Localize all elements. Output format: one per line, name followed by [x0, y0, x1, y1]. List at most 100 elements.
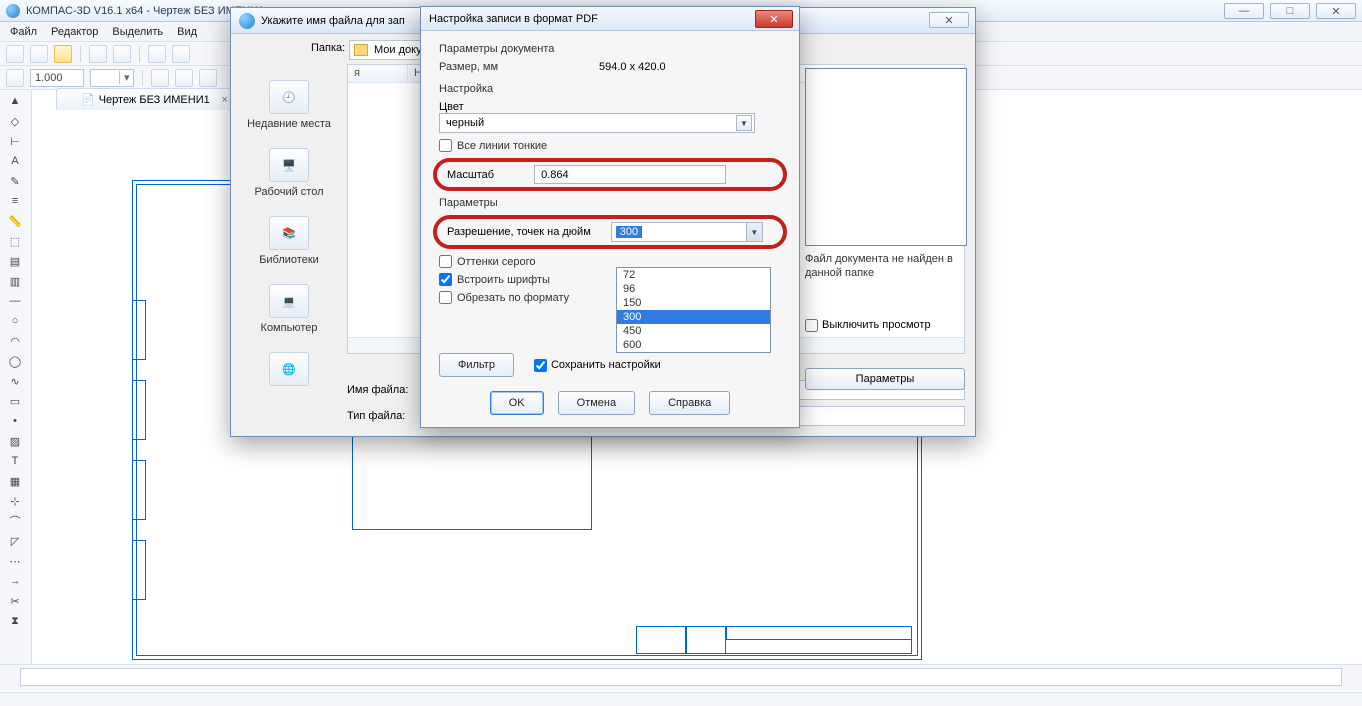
pdf-dialog-titlebar: Настройка записи в формат PDF ✕	[421, 7, 799, 31]
section-params: Параметры	[439, 197, 781, 209]
preview-params-button[interactable]: Параметры	[805, 368, 965, 390]
app-icon	[6, 4, 20, 18]
minimize-button[interactable]: —	[1224, 3, 1264, 19]
zoom-in-icon[interactable]	[151, 69, 169, 87]
close-button[interactable]: ✕	[1316, 3, 1356, 19]
place-recent[interactable]: 🕘 Недавние места	[247, 80, 331, 130]
new-icon[interactable]	[6, 45, 24, 63]
tool-edit-icon[interactable]: ✎	[2, 172, 28, 190]
place-libraries-label: Библиотеки	[259, 254, 319, 266]
color-value: черный	[446, 117, 484, 129]
document-tab[interactable]: 📄 Чертеж БЕЗ ИМЕНИ1 ×	[56, 88, 235, 110]
open-icon[interactable]	[30, 45, 48, 63]
tool-spline-icon[interactable]: ∿	[2, 372, 28, 390]
resolution-option[interactable]: 72	[617, 268, 770, 282]
tool-arc-icon[interactable]: ◠	[2, 332, 28, 350]
tool-circle-icon[interactable]: ○	[2, 312, 28, 330]
place-desktop[interactable]: 🖥️ Рабочий стол	[254, 148, 323, 198]
cursor-icon[interactable]	[6, 69, 24, 87]
zoom-out-icon[interactable]	[175, 69, 193, 87]
menu-select[interactable]: Выделить	[112, 26, 163, 38]
tool-param-icon[interactable]: ≡	[2, 192, 28, 210]
crop-format-checkbox[interactable]	[439, 291, 452, 304]
zoom-dropdown[interactable]: ▾	[90, 69, 134, 87]
tool-mirror-icon[interactable]: ⧗	[2, 612, 28, 630]
fit-icon[interactable]	[199, 69, 217, 87]
tab-close-button[interactable]: ×	[221, 94, 227, 106]
print-icon[interactable]	[89, 45, 107, 63]
resolution-dropdown[interactable]: 72 96 150 300 450 600	[616, 267, 771, 353]
pdf-dialog-close-button[interactable]: ✕	[755, 10, 793, 28]
tool-table-icon[interactable]: ▦	[2, 472, 28, 490]
embed-fonts-checkbox[interactable]	[439, 273, 452, 286]
save-icon[interactable]	[54, 45, 72, 63]
preview-toggle[interactable]: Выключить просмотр	[805, 319, 967, 332]
tool-text-icon[interactable]: T	[2, 452, 28, 470]
file-col-name[interactable]: я	[348, 65, 408, 82]
preview-toggle-label: Выключить просмотр	[822, 319, 931, 331]
pdf-settings-dialog: Настройка записи в формат PDF ✕ Параметр…	[420, 6, 800, 428]
maximize-button[interactable]: □	[1270, 3, 1310, 19]
libraries-icon: 📚	[269, 216, 309, 250]
tool-break-icon[interactable]: ⋯	[2, 552, 28, 570]
document-tab-label: Чертеж БЕЗ ИМЕНИ1	[99, 94, 210, 106]
tool-point-icon[interactable]: •	[2, 412, 28, 430]
resolution-option[interactable]: 96	[617, 282, 770, 296]
pdf-dialog-title: Настройка записи в формат PDF	[429, 13, 598, 25]
scale-input[interactable]	[534, 165, 726, 184]
tool-extend-icon[interactable]: →	[2, 572, 28, 590]
tool-hatching-icon[interactable]: ▨	[2, 432, 28, 450]
tool-ellipse-icon[interactable]: ◯	[2, 352, 28, 370]
tool-select-icon[interactable]: ⬚	[2, 232, 28, 250]
tool-symbol-icon[interactable]: A	[2, 152, 28, 170]
status-input[interactable]	[20, 668, 1342, 686]
place-network[interactable]: 🌐	[269, 352, 309, 386]
tool-measure-icon[interactable]: 📏	[2, 212, 28, 230]
help-button[interactable]: Справка	[649, 391, 730, 415]
resolution-option-selected[interactable]: 300	[617, 310, 770, 324]
tool-geometry-icon[interactable]: ◇	[2, 112, 28, 130]
save-settings-checkbox[interactable]	[534, 359, 547, 372]
resolution-option[interactable]: 600	[617, 338, 770, 352]
place-computer[interactable]: 💻 Компьютер	[261, 284, 318, 334]
copy-icon[interactable]	[172, 45, 190, 63]
color-combo[interactable]: черный ▼	[439, 113, 755, 133]
resolution-combo[interactable]: 300 ▼	[611, 222, 763, 242]
network-icon: 🌐	[269, 352, 309, 386]
tool-dim-icon[interactable]: ⊢	[2, 132, 28, 150]
thin-lines-label: Все линии тонкие	[457, 140, 547, 152]
menu-file[interactable]: Файл	[10, 26, 37, 38]
tool-trim-icon[interactable]: ✂	[2, 592, 28, 610]
preview-icon[interactable]	[113, 45, 131, 63]
tool-report-icon[interactable]: ▥	[2, 272, 28, 290]
tool-rect-icon[interactable]: ▭	[2, 392, 28, 410]
resolution-option[interactable]: 450	[617, 324, 770, 338]
filter-button[interactable]: Фильтр	[439, 353, 514, 377]
cancel-button[interactable]: Отмена	[558, 391, 635, 415]
tool-fillet-icon[interactable]: ⌒	[2, 512, 28, 530]
grayscale-checkbox[interactable]	[439, 255, 452, 268]
menu-editor[interactable]: Редактор	[51, 26, 98, 38]
tool-arrow-icon[interactable]: ▲	[2, 92, 28, 110]
separator	[142, 70, 143, 86]
save-dialog-title: Укажите имя файла для зап	[261, 15, 405, 27]
place-libraries[interactable]: 📚 Библиотеки	[259, 216, 319, 266]
tool-axis-icon[interactable]: ⊹	[2, 492, 28, 510]
filename-label: Имя файла:	[347, 384, 417, 396]
ok-button[interactable]: OK	[490, 391, 544, 415]
tool-line-icon[interactable]: —	[2, 292, 28, 310]
save-dialog-close-button[interactable]: ✕	[929, 12, 969, 28]
folder-icon	[354, 44, 368, 56]
status-bar	[0, 692, 1362, 706]
resolution-label: Разрешение, точек на дюйм	[447, 226, 591, 238]
tool-chamfer-icon[interactable]: ◸	[2, 532, 28, 550]
preview-toggle-checkbox[interactable]	[805, 319, 818, 332]
folder-label: Папка:	[311, 42, 345, 54]
resolution-option[interactable]: 150	[617, 296, 770, 310]
menu-view[interactable]: Вид	[177, 26, 197, 38]
tool-spec-icon[interactable]: ▤	[2, 252, 28, 270]
thin-lines-checkbox[interactable]	[439, 139, 452, 152]
scale-highlight: Масштаб	[433, 158, 787, 191]
cut-icon[interactable]	[148, 45, 166, 63]
zoom-input[interactable]	[30, 69, 84, 87]
